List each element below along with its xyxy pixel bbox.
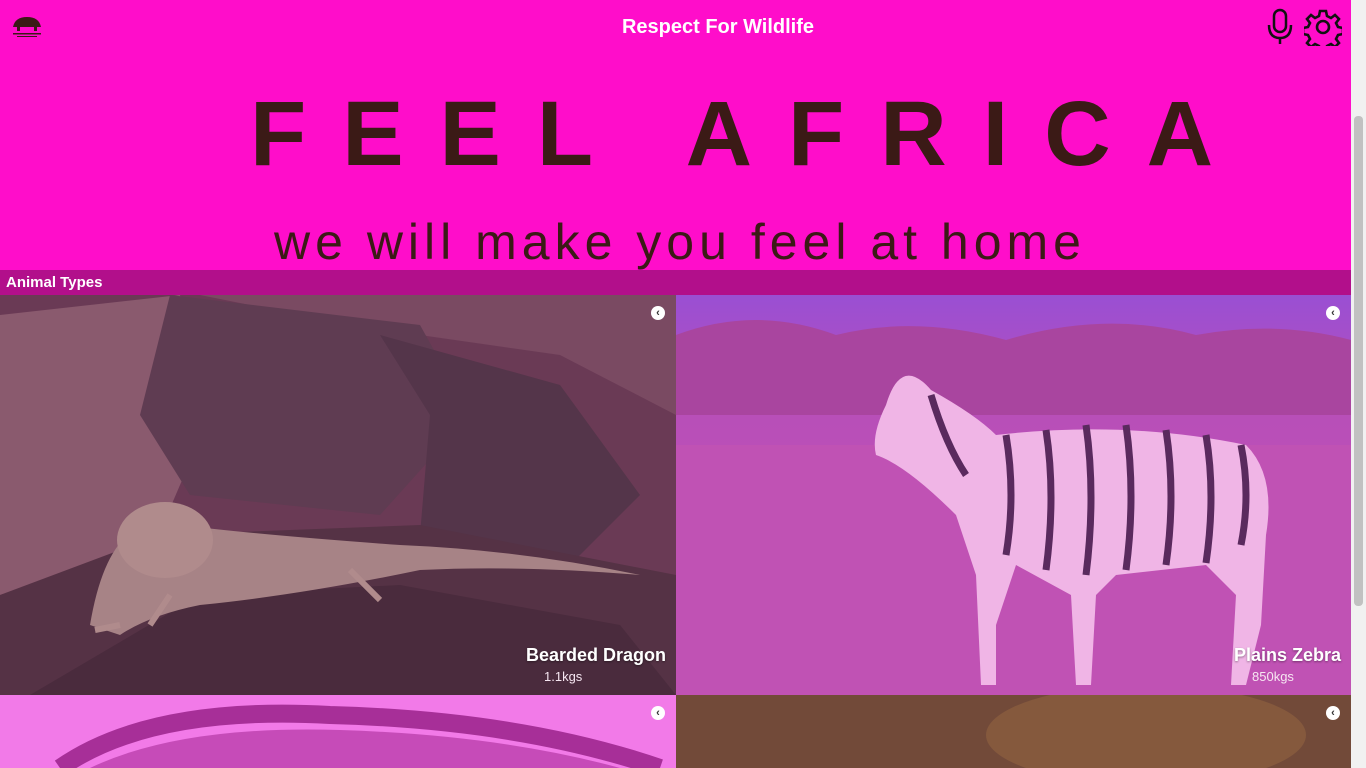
gear-icon[interactable] xyxy=(1304,8,1342,46)
top-app-bar: Respect For Wildlife xyxy=(0,0,1351,56)
app-title: Respect For Wildlife xyxy=(621,16,815,38)
chevron-left-circle-icon[interactable]: ‹ xyxy=(1326,306,1340,320)
animal-grid: ‹ Bearded Dragon 1.1kgs ‹ Plains Zebra 8… xyxy=(0,295,1351,768)
banner-tagline: we will make you feel at home xyxy=(274,214,1086,270)
page-scrollbar[interactable] xyxy=(1351,0,1366,768)
animal-weight: 850kgs xyxy=(1252,669,1294,684)
animal-name: Bearded Dragon xyxy=(525,645,666,665)
animal-weight: 1.1kgs xyxy=(544,669,583,684)
animal-card[interactable]: ‹ xyxy=(0,695,676,768)
section-title: Animal Types xyxy=(6,274,103,291)
banner-title: FEEL AFRICA xyxy=(250,83,1250,185)
animal-photo xyxy=(0,695,676,768)
microphone-icon[interactable] xyxy=(1264,8,1296,46)
animal-card-plains-zebra[interactable]: ‹ Plains Zebra 850kgs xyxy=(676,295,1351,695)
section-header: Animal Types xyxy=(0,270,1351,295)
scrollbar-thumb[interactable] xyxy=(1354,116,1363,606)
chevron-left-circle-icon[interactable]: ‹ xyxy=(651,706,665,720)
hero-banner: FEEL AFRICA we will make you feel at hom… xyxy=(0,56,1351,270)
chevron-left-circle-icon[interactable]: ‹ xyxy=(1326,706,1340,720)
chevron-left-circle-icon[interactable]: ‹ xyxy=(651,306,665,320)
animal-card[interactable]: ‹ xyxy=(676,695,1351,768)
animal-name: Plains Zebra xyxy=(1233,645,1341,665)
animal-photo xyxy=(0,295,676,695)
animal-photo xyxy=(676,295,1351,695)
animal-photo xyxy=(676,695,1351,768)
animal-card-bearded-dragon[interactable]: ‹ Bearded Dragon 1.1kgs xyxy=(0,295,676,695)
